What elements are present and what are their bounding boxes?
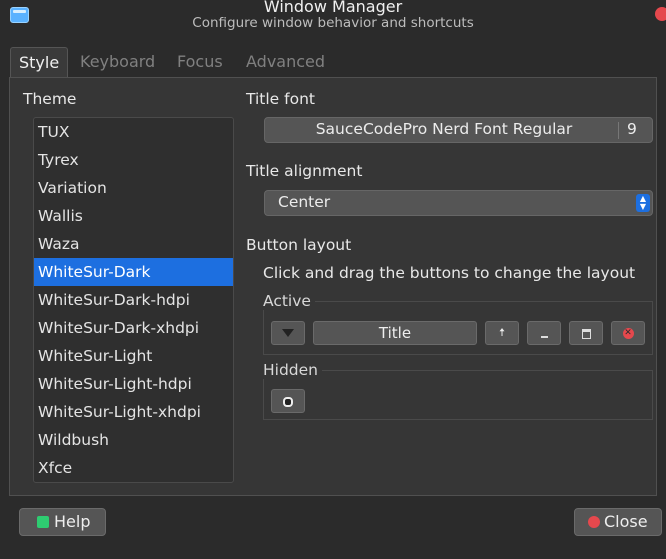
list-item-selected[interactable]: WhiteSur-Dark [34,258,233,286]
list-item[interactable]: Wallis [34,202,233,230]
circle-dot-icon [283,396,293,407]
theme-label: Theme [23,90,77,108]
close-layout-button[interactable]: ✕ [611,321,645,345]
close-icon: ✕ [622,328,634,339]
list-item[interactable]: Waza [34,230,233,258]
stick-button[interactable] [271,389,305,413]
list-item[interactable]: WhiteSur-Dark-hdpi [34,286,233,314]
minimize-button[interactable] [527,321,561,345]
font-button-separator [618,122,619,139]
tab-keyboard[interactable]: Keyboard [80,47,155,76]
button-layout-hint: Click and drag the buttons to change the… [263,264,636,282]
title-font-label: Title font [246,90,315,108]
list-item[interactable]: Tyrex [34,146,233,174]
triangle-down-icon [282,329,294,337]
active-buttons-frame: Active Title 🠅 ✕ [263,292,653,355]
title-alignment-select[interactable]: Center ▲ ▼ [264,190,653,216]
help-label: Help [54,512,91,531]
title-alignment-label: Title alignment [246,162,363,180]
close-label: Close [604,512,648,531]
minimize-icon [540,335,548,338]
list-item[interactable]: Wildbush [34,426,233,454]
list-item[interactable]: Xfce [34,454,233,482]
window-close-button[interactable] [655,7,666,21]
tab-style[interactable]: Style [10,47,69,77]
title-font-button[interactable]: SauceCodePro Nerd Font Regular 9 [264,117,653,143]
updown-arrows-icon: ▲ ▼ [636,194,650,212]
list-item[interactable]: Variation [34,174,233,202]
hidden-label: Hidden [263,361,322,379]
list-item[interactable]: WhiteSur-Light [34,342,233,370]
window-title: Window Manager [263,0,403,16]
button-layout-label: Button layout [246,236,352,254]
window-icon [581,328,591,339]
hidden-buttons-frame: Hidden [263,361,653,420]
title-font-name: SauceCodePro Nerd Font Regular [315,120,573,138]
list-item[interactable]: WhiteSur-Light-hdpi [34,370,233,398]
list-item[interactable]: WhiteSur-Light-xhdpi [34,398,233,426]
tab-advanced[interactable]: Advanced [246,47,325,76]
menu-button[interactable] [271,321,305,345]
maximize-button[interactable]: 🠅 [485,321,519,345]
close-icon [588,516,600,528]
list-item[interactable]: TUX [34,118,233,146]
title-button[interactable]: Title [313,321,477,345]
title-bar: Window Manager Configure window behavior… [0,0,666,40]
help-button[interactable]: Help [19,508,106,536]
tab-focus[interactable]: Focus [177,47,223,76]
theme-list[interactable]: TUX Tyrex Variation Wallis Waza WhiteSur… [33,117,234,483]
close-button[interactable]: Close [574,508,662,536]
shade-button[interactable] [569,321,603,345]
active-label: Active [263,292,315,310]
arrow-up-icon: 🠅 [498,326,506,339]
help-icon [37,516,49,528]
list-item[interactable]: WhiteSur-Dark-xhdpi [34,314,233,342]
title-alignment-value: Center [278,193,331,211]
window-subtitle: Configure window behavior and shortcuts [192,15,474,31]
title-font-size: 9 [627,120,637,138]
